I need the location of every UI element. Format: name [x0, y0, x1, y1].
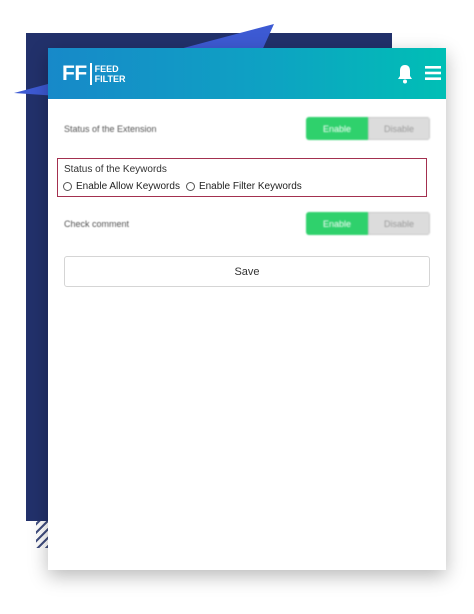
filter-keywords-option[interactable]: Enable Filter Keywords [185, 181, 302, 192]
check-comment-toggle: Enable Disable [306, 212, 430, 235]
hamburger-menu-icon[interactable] [425, 66, 441, 80]
save-button[interactable]: Save [64, 256, 430, 287]
comment-enable-button[interactable]: Enable [306, 212, 368, 235]
extension-enable-button[interactable]: Enable [306, 117, 368, 140]
keywords-status-label: Status of the Keywords [64, 164, 167, 175]
extension-status-label: Status of the Extension [64, 124, 157, 134]
check-comment-label: Check comment [64, 219, 130, 229]
logo-text-line2: FILTER [94, 74, 126, 84]
allow-keywords-option[interactable]: Enable Allow Keywords [63, 181, 180, 192]
comment-disable-button[interactable]: Disable [368, 212, 430, 235]
filter-keywords-radio[interactable] [185, 182, 195, 191]
logo-divider [89, 63, 92, 85]
logo-mark: FF [62, 62, 87, 85]
filter-keywords-label: Enable Filter Keywords [198, 181, 302, 192]
app-logo: FF FEED FILTER [62, 62, 125, 86]
extension-status-toggle: Enable Disable [306, 117, 430, 140]
logo-text: FEED FILTER [95, 64, 126, 84]
keywords-status-group: Status of the Keywords Enable Allow Keyw… [57, 158, 427, 197]
extension-popup: FF FEED FILTER Status of the Extension E… [48, 48, 446, 570]
extension-disable-button[interactable]: Disable [368, 117, 430, 140]
allow-keywords-radio[interactable] [63, 182, 72, 191]
bell-icon[interactable] [396, 64, 414, 84]
header-bar: FF FEED FILTER [48, 48, 446, 99]
keywords-options: Enable Allow Keywords Enable Filter Keyw… [63, 181, 308, 192]
logo-text-line1: FEED [94, 64, 119, 74]
allow-keywords-label: Enable Allow Keywords [76, 181, 180, 192]
